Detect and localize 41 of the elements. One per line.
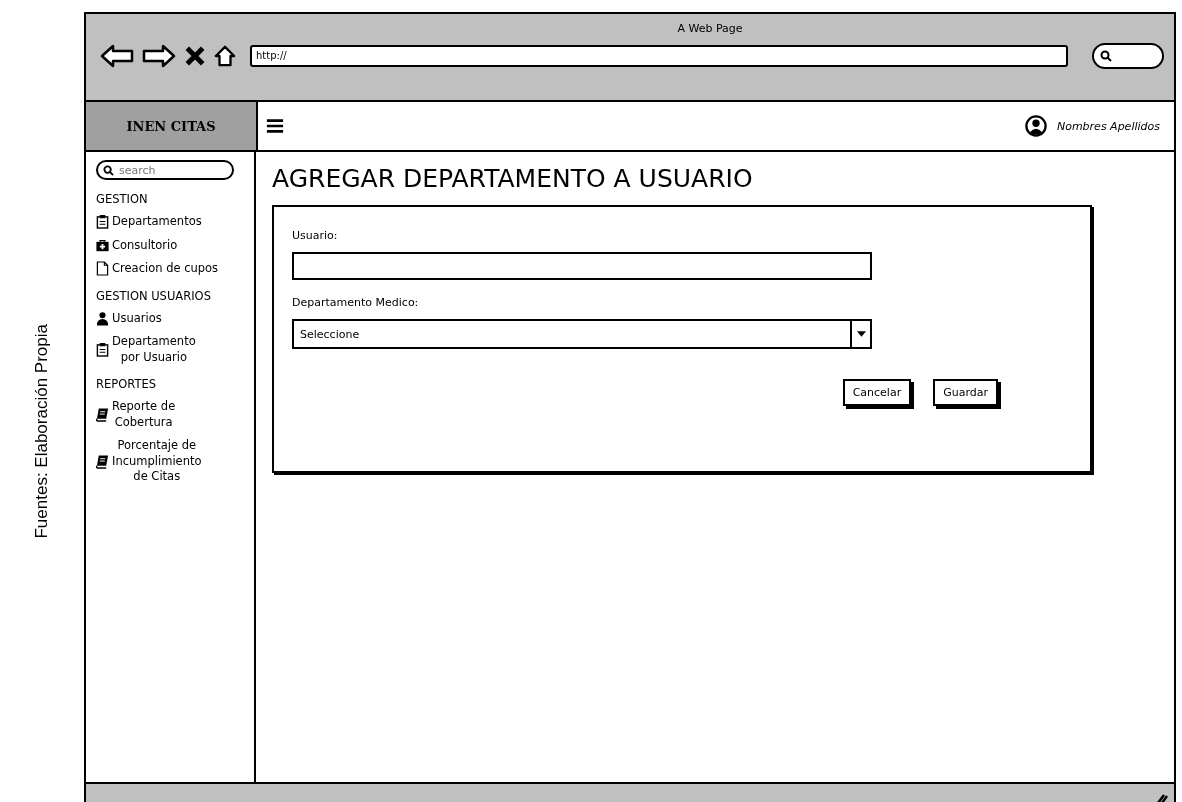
nav-link[interactable]: Usuarios xyxy=(112,310,162,327)
search-icon xyxy=(103,165,114,176)
window-title: A Web Page xyxy=(676,21,744,35)
nav-link[interactable]: Porcentaje de Incumplimiento de Citas xyxy=(112,438,202,485)
avatar-icon xyxy=(1024,115,1047,137)
section-heading: GESTION USUARIOS xyxy=(96,288,212,303)
nav-link[interactable]: Consultorio xyxy=(112,237,178,254)
input-field[interactable] xyxy=(292,252,872,280)
browser-search-field[interactable] xyxy=(1092,43,1164,69)
caret-icon xyxy=(856,331,866,337)
page-title: AGREGAR DEPARTAMENTO A USUARIO xyxy=(272,164,754,193)
field-label: Usuario: xyxy=(292,229,339,242)
resize-grip-icon[interactable] xyxy=(1156,792,1168,802)
user-name: Nombres Apellidos xyxy=(1056,119,1160,133)
nav-link[interactable]: Departamento por Usuario xyxy=(112,334,196,366)
user-icon xyxy=(96,310,109,326)
form-button[interactable]: Cancelar xyxy=(842,379,912,406)
menu-icon[interactable] xyxy=(266,118,284,134)
close-icon[interactable] xyxy=(184,45,206,67)
section-heading: GESTION xyxy=(96,192,149,206)
clipboard-icon xyxy=(96,342,109,358)
app-logo: INEN CITAS xyxy=(86,102,258,150)
clipboard-icon xyxy=(96,214,109,230)
figure-caption: Fuentes: Elaboración Propia xyxy=(32,323,52,539)
nav-link[interactable]: Departamentos xyxy=(112,214,202,230)
medkit-icon xyxy=(96,237,109,253)
search-field[interactable]: search xyxy=(96,160,234,180)
field-label: Departamento Medico: xyxy=(292,296,420,309)
back-icon[interactable] xyxy=(100,44,134,68)
form-button[interactable]: Guardar xyxy=(933,379,998,406)
search-icon xyxy=(1100,50,1112,62)
nav-link[interactable]: Creacion de cupos xyxy=(112,261,219,277)
dropdown[interactable]: Seleccione xyxy=(292,319,872,349)
home-icon[interactable] xyxy=(214,45,236,67)
forward-icon[interactable] xyxy=(142,44,176,68)
book-icon xyxy=(96,407,109,423)
section-heading: REPORTES xyxy=(96,377,157,392)
address-bar[interactable]: http:// xyxy=(250,45,1068,67)
nav-link[interactable]: Reporte de Cobertura xyxy=(112,399,176,431)
document-icon xyxy=(96,261,109,277)
book-icon xyxy=(96,453,109,469)
